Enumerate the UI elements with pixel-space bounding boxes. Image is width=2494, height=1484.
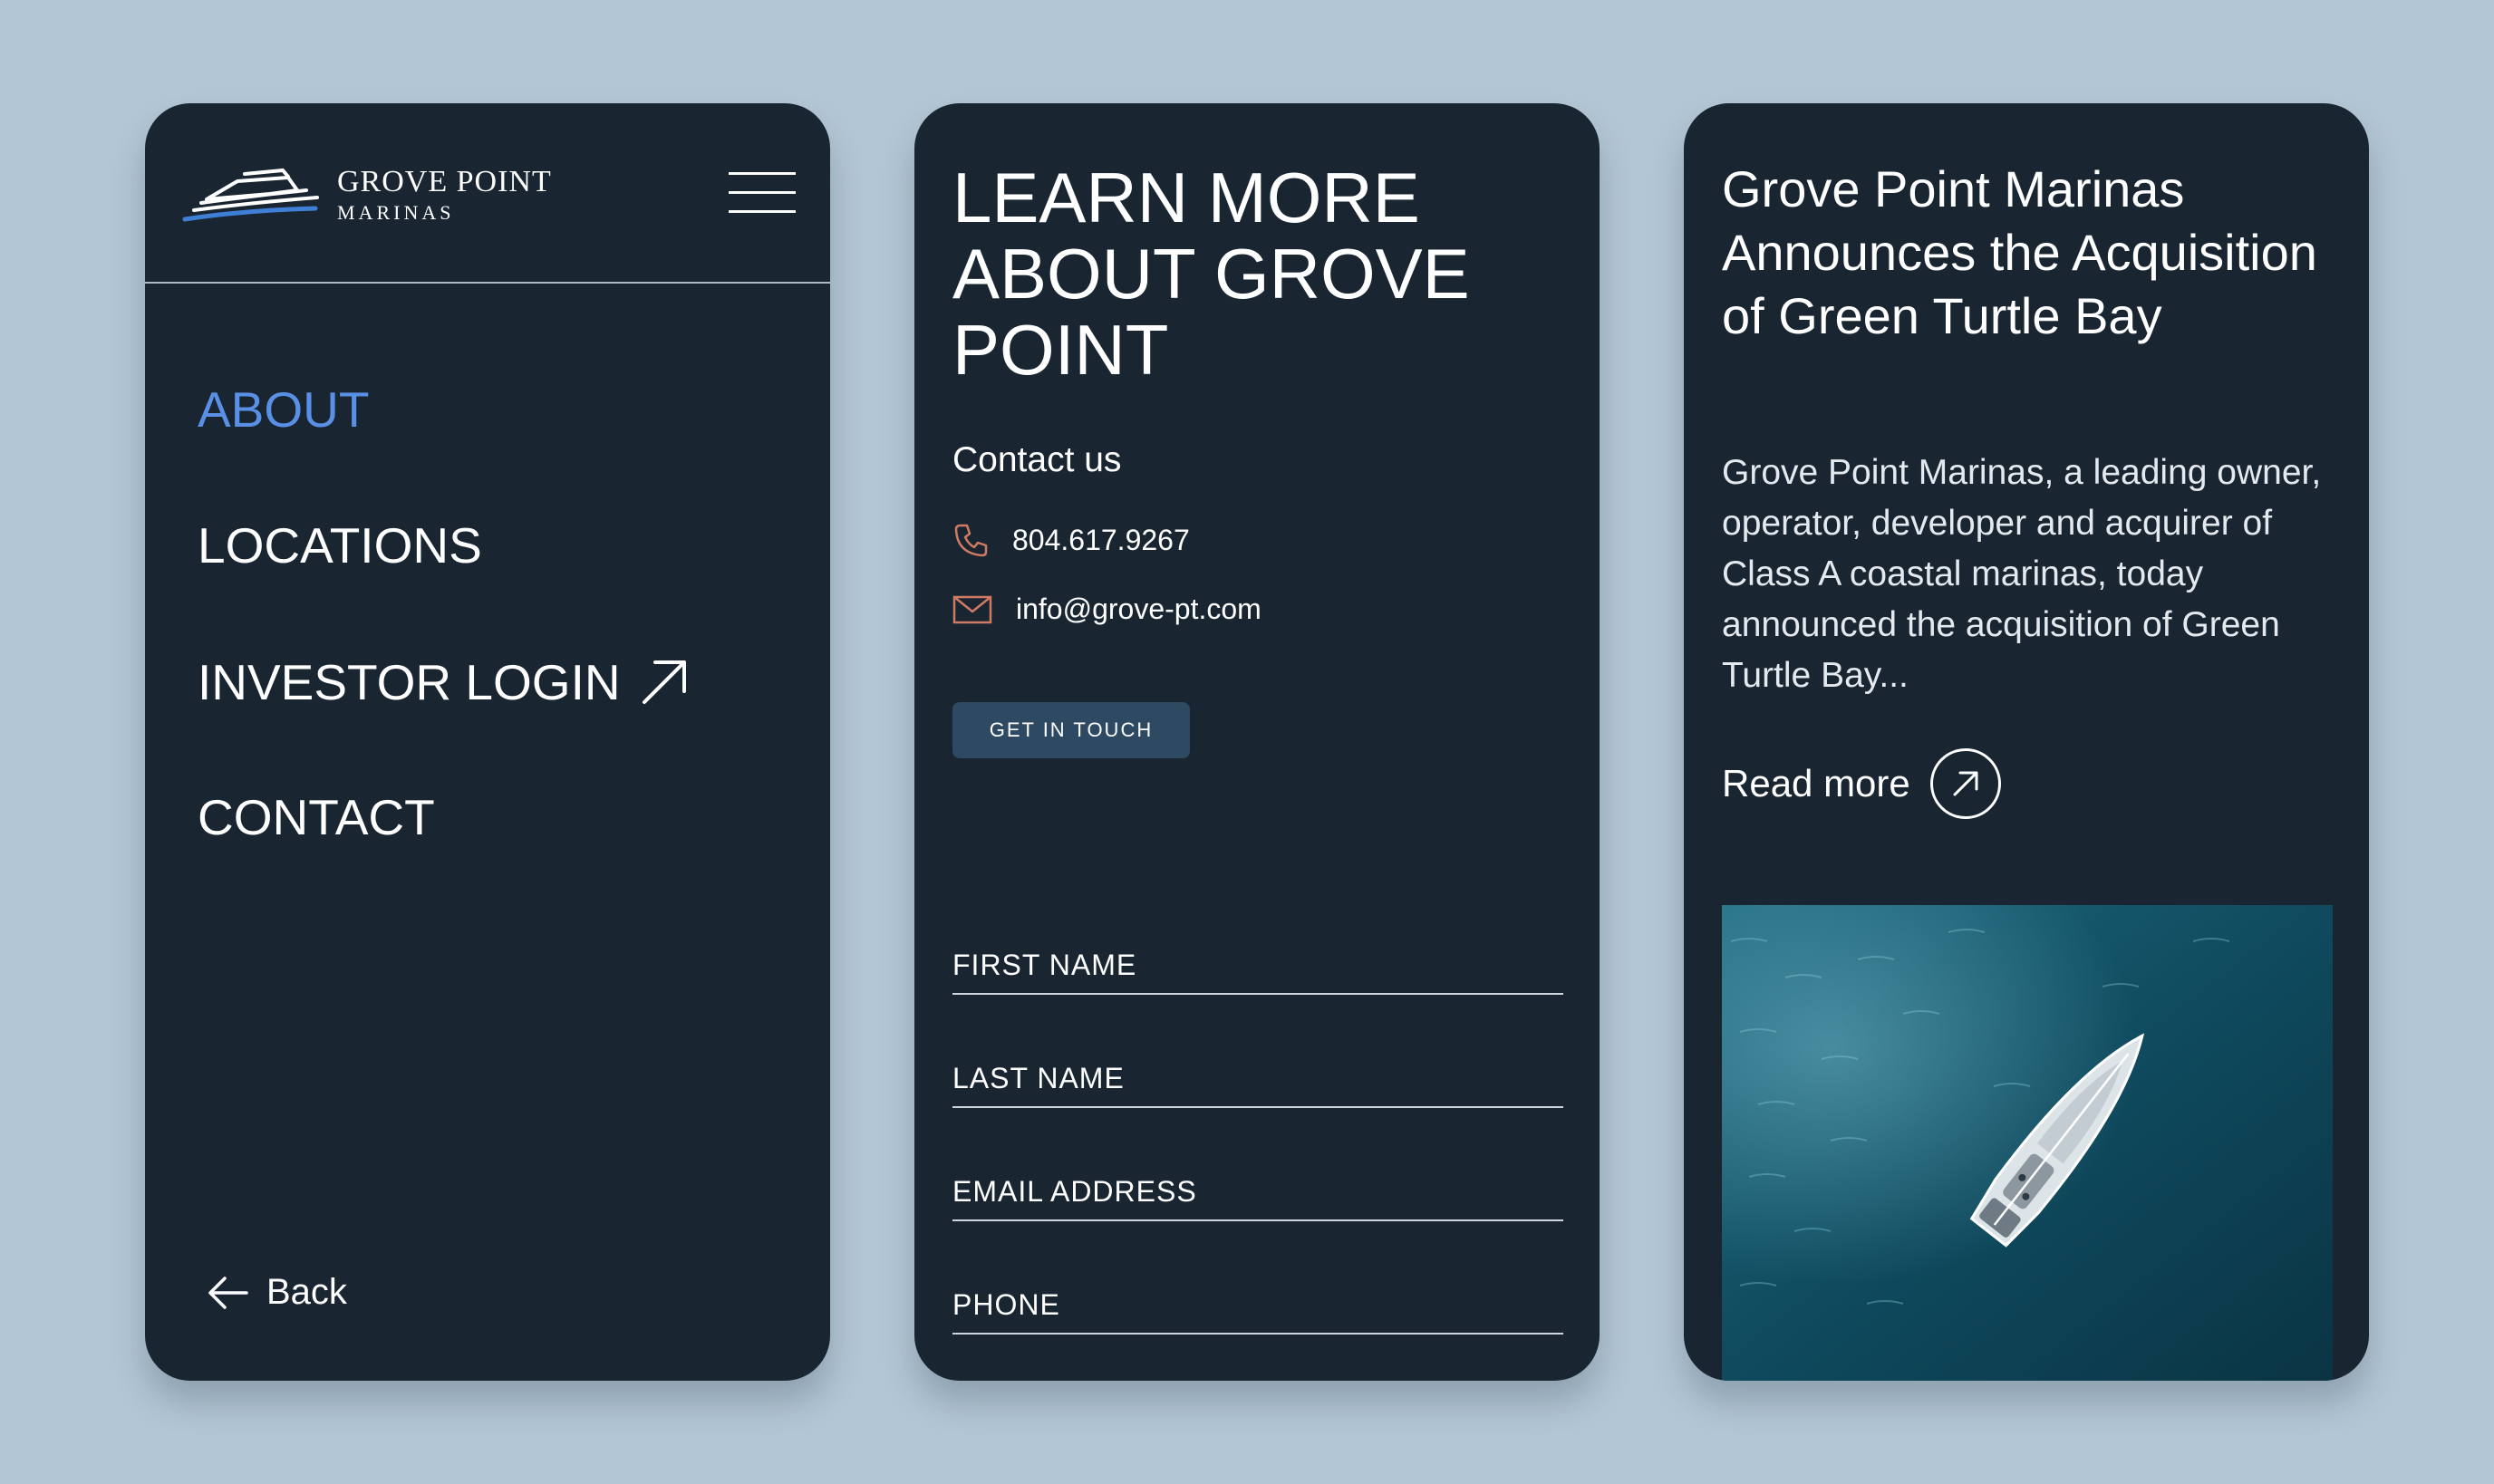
header-divider (145, 282, 830, 284)
read-more-circle (1929, 748, 2001, 819)
back-label: Back (266, 1272, 347, 1312)
email-contact[interactable]: info@grove-pt.com (952, 593, 1262, 626)
phone-field-wrapper (952, 1277, 1563, 1335)
boat-logo-icon (182, 168, 319, 222)
page-title: LEARN MORE ABOUT GROVE POINT (952, 158, 1470, 390)
logo-subtitle: MARINAS (337, 201, 455, 224)
email-field[interactable] (952, 1163, 1563, 1219)
nav-item-locations[interactable]: LOCATIONS (198, 521, 482, 571)
email-address: info@grove-pt.com (1016, 593, 1262, 625)
nav-item-contact[interactable]: CONTACT (198, 793, 435, 843)
nav-item-investor-login[interactable]: INVESTOR LOGIN (198, 657, 690, 708)
get-in-touch-button[interactable]: GET IN TOUCH (952, 702, 1190, 758)
read-more-label: Read more (1722, 762, 1910, 805)
external-link-arrow-icon (642, 660, 686, 704)
first-name-field-wrapper (952, 937, 1563, 995)
phone-field[interactable] (952, 1277, 1563, 1333)
news-panel: Grove Point Marinas Announces the Acquis… (1684, 103, 2369, 1381)
email-field-wrapper (952, 1163, 1563, 1221)
menu-panel: GROVE POINT MARINAS ABOUT LOCATIONS INVE… (145, 103, 830, 1381)
arrow-left-icon (208, 1276, 248, 1309)
last-name-field-wrapper (952, 1050, 1563, 1108)
news-title: Grove Point Marinas Announces the Acquis… (1722, 160, 2317, 344)
last-name-field[interactable] (952, 1050, 1563, 1106)
contact-heading: Contact us (952, 440, 1122, 479)
arrow-up-right-icon (1953, 771, 1978, 796)
phone-contact[interactable]: 804.617.9267 (952, 522, 1190, 558)
sailboat-aerial-image (1722, 905, 2333, 1381)
read-more-link[interactable]: Read more (1722, 748, 2001, 819)
grove-point-logo[interactable]: GROVE POINT MARINAS (181, 163, 552, 226)
nav-item-investor-login-label: INVESTOR LOGIN (198, 653, 621, 710)
contact-panel: LEARN MORE ABOUT GROVE POINT Contact us … (914, 103, 1600, 1381)
sailboat-image-graphic (1722, 905, 2333, 1381)
phone-number: 804.617.9267 (1012, 523, 1190, 556)
logo-name: GROVE POINT (337, 165, 552, 198)
hamburger-menu-icon[interactable] (729, 172, 796, 214)
phone-icon (954, 524, 988, 557)
first-name-field[interactable] (952, 937, 1563, 993)
nav-item-about[interactable]: ABOUT (198, 385, 369, 435)
mail-icon (952, 595, 992, 623)
back-button[interactable]: Back (207, 1272, 347, 1313)
news-excerpt: Grove Point Marinas, a leading owner, op… (1722, 453, 2322, 695)
